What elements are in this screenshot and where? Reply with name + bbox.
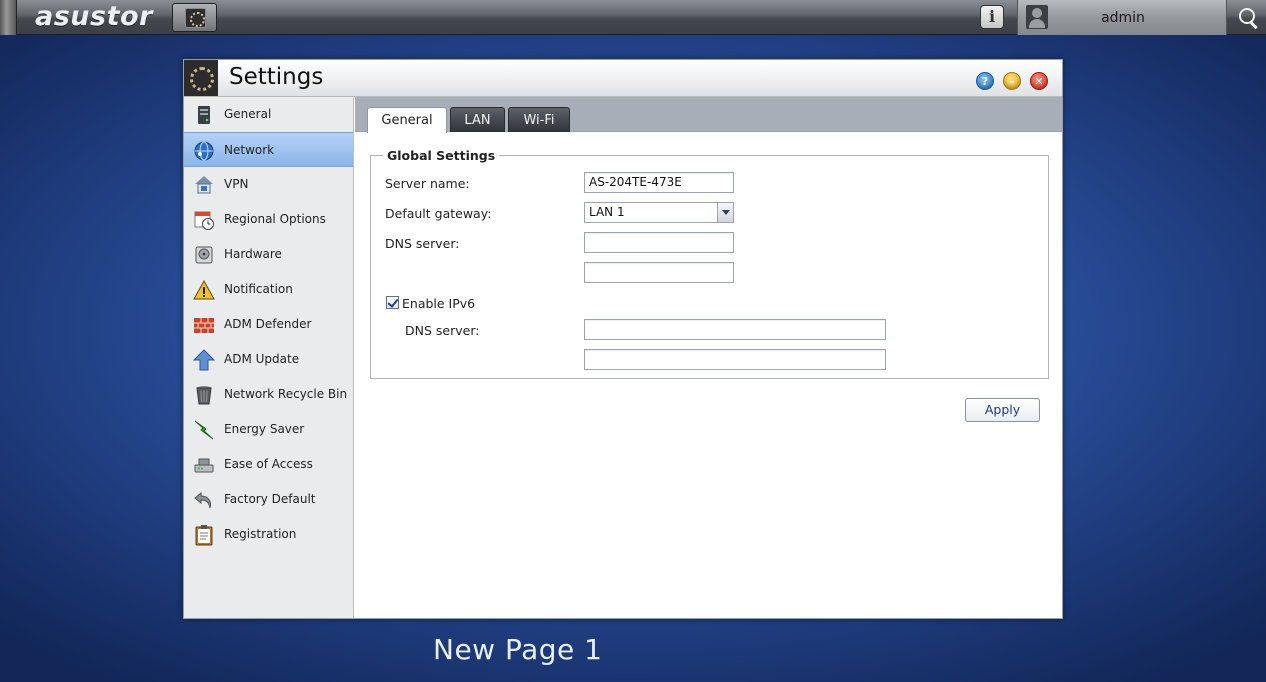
tab-wifi[interactable]: Wi-Fi bbox=[508, 107, 570, 132]
settings-gear-icon bbox=[185, 8, 206, 28]
sidebar-item-label: ADM Defender bbox=[224, 317, 312, 331]
help-button[interactable]: ? bbox=[976, 72, 994, 90]
sidebar-item-label: Regional Options bbox=[224, 212, 326, 226]
chevron-down-icon bbox=[717, 203, 733, 222]
sidebar-item-hardware[interactable]: Hardware bbox=[184, 237, 353, 272]
default-gateway-value: LAN 1 bbox=[589, 205, 625, 219]
search-icon[interactable] bbox=[1228, 0, 1266, 35]
warning-triangle-icon bbox=[193, 279, 215, 300]
sidebar-item-label: Ease of Access bbox=[224, 457, 313, 471]
tab-strip: General LAN Wi-Fi bbox=[355, 97, 1062, 133]
user-menu[interactable]: admin bbox=[1017, 0, 1227, 35]
energy-bolt-icon bbox=[194, 420, 214, 440]
enable-ipv6-label[interactable]: Enable IPv6 bbox=[402, 296, 475, 311]
launcher-grip[interactable] bbox=[0, 0, 17, 35]
server-name-label: Server name: bbox=[385, 176, 470, 191]
dns-server-label: DNS server: bbox=[385, 236, 460, 251]
settings-sidebar: General Network VPN Regional Options Har… bbox=[184, 97, 354, 618]
sidebar-item-registration[interactable]: Registration bbox=[184, 517, 353, 552]
sidebar-item-label: General bbox=[224, 107, 272, 121]
sidebar-item-label: ADM Update bbox=[224, 352, 300, 366]
dns-server-1-input[interactable] bbox=[584, 232, 734, 253]
ipv6-dns-server-1-input[interactable] bbox=[584, 319, 886, 340]
sidebar-item-energy-saver[interactable]: Energy Saver bbox=[184, 412, 353, 447]
vpn-house-icon bbox=[195, 176, 213, 194]
sidebar-item-notification[interactable]: Notification bbox=[184, 272, 353, 307]
sidebar-item-regional-options[interactable]: Regional Options bbox=[184, 202, 353, 237]
sidebar-item-label: Factory Default bbox=[224, 492, 316, 506]
window-title-bar[interactable]: Settings ? – ✕ bbox=[184, 60, 1062, 97]
sidebar-item-label: VPN bbox=[224, 177, 249, 191]
sidebar-item-adm-defender[interactable]: ADM Defender bbox=[184, 307, 353, 342]
sidebar-item-network-recycle-bin[interactable]: Network Recycle Bin bbox=[184, 377, 353, 412]
settings-app-taskbar-button[interactable] bbox=[172, 3, 217, 32]
globe-network-icon bbox=[194, 141, 214, 161]
top-bar: asustor i admin bbox=[0, 0, 1266, 35]
close-button[interactable]: ✕ bbox=[1030, 72, 1048, 90]
settings-app-icon bbox=[184, 60, 218, 96]
tab-lan[interactable]: LAN bbox=[450, 107, 505, 132]
brand-logo: asustor bbox=[35, 1, 153, 32]
sidebar-item-network[interactable]: Network bbox=[184, 132, 353, 167]
global-settings-legend: Global Settings bbox=[383, 148, 500, 163]
undo-arrow-icon bbox=[194, 491, 211, 509]
info-icon[interactable]: i bbox=[980, 5, 1004, 29]
sidebar-item-label: Energy Saver bbox=[224, 422, 305, 436]
server-name-input[interactable]: AS-204TE-473E bbox=[584, 172, 734, 193]
default-gateway-select[interactable]: LAN 1 bbox=[584, 202, 734, 223]
ipv6-dns-server-label: DNS server: bbox=[405, 323, 480, 338]
calendar-clock-icon bbox=[194, 211, 214, 230]
default-gateway-label: Default gateway: bbox=[385, 206, 492, 221]
trash-bin-icon bbox=[196, 386, 212, 405]
server-icon bbox=[198, 106, 210, 124]
update-arrow-icon bbox=[193, 349, 215, 371]
minimize-button[interactable]: – bbox=[1003, 72, 1021, 90]
ipv6-dns-server-2-input[interactable] bbox=[584, 349, 886, 370]
tab-general[interactable]: General bbox=[367, 107, 447, 133]
sidebar-item-ease-of-access[interactable]: Ease of Access bbox=[184, 447, 353, 482]
sidebar-item-adm-update[interactable]: ADM Update bbox=[184, 342, 353, 377]
sidebar-item-label: Hardware bbox=[224, 247, 282, 261]
clipboard-icon bbox=[195, 525, 213, 546]
sidebar-item-label: Network bbox=[224, 143, 275, 157]
hard-drive-icon bbox=[195, 246, 213, 264]
sidebar-item-label: Registration bbox=[224, 527, 297, 541]
firewall-brick-icon bbox=[194, 318, 214, 333]
router-device-icon bbox=[194, 458, 214, 473]
sidebar-item-label: Network Recycle Bin bbox=[224, 387, 348, 401]
enable-ipv6-checkbox[interactable] bbox=[386, 296, 399, 309]
settings-window: Settings ? – ✕ General Network VPN Regio… bbox=[183, 59, 1063, 619]
dns-server-2-input[interactable] bbox=[584, 262, 734, 283]
sidebar-item-general[interactable]: General bbox=[184, 97, 353, 132]
sidebar-item-factory-default[interactable]: Factory Default bbox=[184, 482, 353, 517]
desktop-page-label: New Page 1 bbox=[433, 633, 603, 666]
window-title: Settings bbox=[229, 64, 324, 90]
apply-button[interactable]: Apply bbox=[965, 398, 1040, 422]
user-name: admin bbox=[1101, 10, 1145, 26]
sidebar-item-vpn[interactable]: VPN bbox=[184, 167, 353, 202]
sidebar-item-label: Notification bbox=[224, 282, 293, 296]
